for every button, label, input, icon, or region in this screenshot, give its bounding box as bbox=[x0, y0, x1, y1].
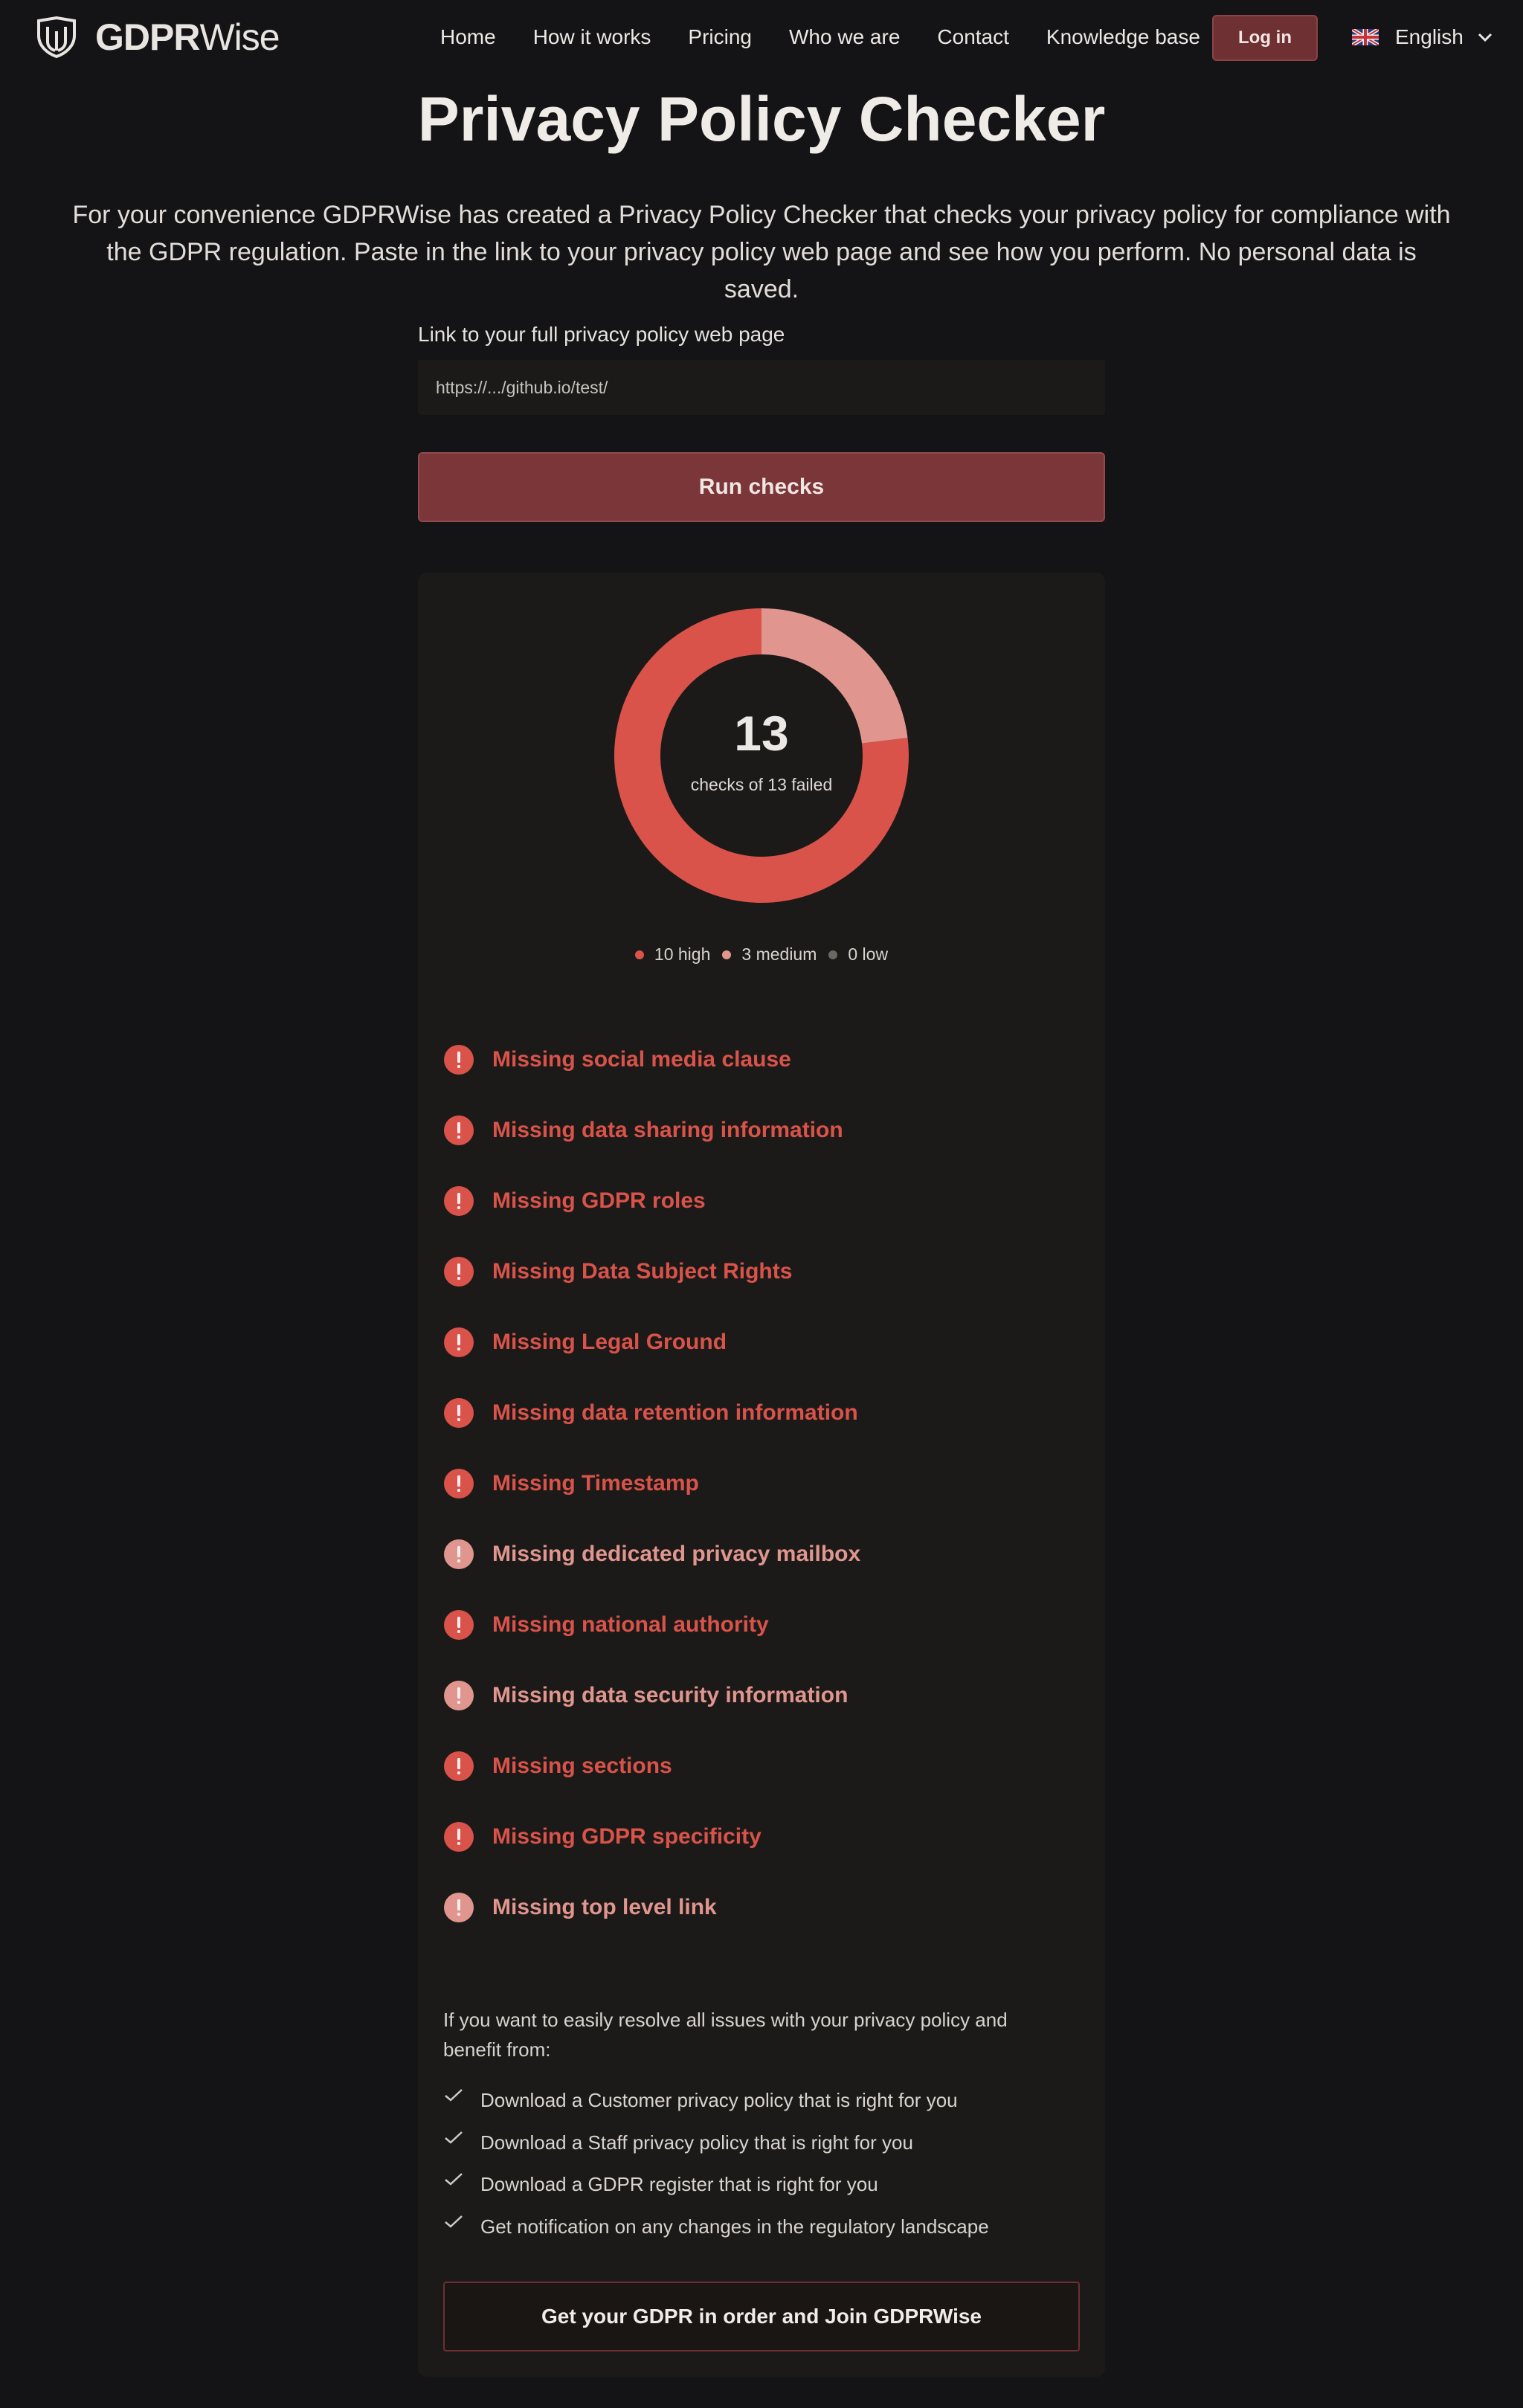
issue-label: Missing sections bbox=[492, 1754, 672, 1778]
issue-item: Missing national authority bbox=[443, 1609, 1083, 1680]
issue-item: Missing GDPR roles bbox=[443, 1185, 1083, 1256]
benefit-item: Download a Customer privacy policy that … bbox=[443, 2087, 1083, 2129]
issue-label: Missing social media clause bbox=[492, 1047, 791, 1072]
benefit-label: Download a GDPR register that is right f… bbox=[480, 2173, 878, 2195]
issue-item: Missing Data Subject Rights bbox=[443, 1256, 1083, 1327]
language-selector[interactable]: English bbox=[1352, 21, 1493, 54]
issue-label: Missing data security information bbox=[492, 1683, 849, 1707]
exclamation-circle-icon bbox=[444, 1398, 474, 1428]
exclamation-circle-icon bbox=[444, 1327, 474, 1357]
legend-label-low: 0 low bbox=[848, 944, 889, 964]
exclamation-circle-icon bbox=[444, 1610, 474, 1640]
legend-dot-high bbox=[634, 950, 644, 959]
legend-item-high: 10 high bbox=[634, 944, 711, 965]
issue-item: Missing Timestamp bbox=[443, 1468, 1083, 1539]
issue-label: Missing data sharing information bbox=[492, 1118, 843, 1142]
exclamation-circle-icon bbox=[444, 1893, 474, 1922]
benefits-list: Download a Customer privacy policy that … bbox=[443, 2087, 1083, 2255]
benefit-label: Download a Customer privacy policy that … bbox=[480, 2089, 958, 2111]
issue-label: Missing GDPR roles bbox=[492, 1188, 706, 1213]
benefit-label: Get notification on any changes in the r… bbox=[480, 2215, 989, 2238]
issue-item: Missing data sharing information bbox=[443, 1115, 1083, 1185]
brand-name: GDPRWise bbox=[95, 16, 280, 58]
nav-link-knowledge-base[interactable]: Knowledge base bbox=[1046, 25, 1200, 49]
issue-label: Missing GDPR specificity bbox=[492, 1824, 762, 1849]
failed-summary: checks of 13 failed bbox=[690, 775, 833, 794]
exclamation-circle-icon bbox=[444, 1257, 474, 1287]
cta-text: If you want to easily resolve all issues… bbox=[443, 2009, 1008, 2061]
page-title: Privacy Policy Checker bbox=[417, 84, 1106, 154]
benefit-label: Download a Staff privacy policy that is … bbox=[480, 2131, 913, 2154]
intro-text: For your convenience GDPRWise has create… bbox=[72, 201, 1451, 303]
exclamation-circle-icon bbox=[444, 1186, 474, 1216]
exclamation-circle-icon bbox=[444, 1822, 474, 1852]
issue-item: Missing Legal Ground bbox=[443, 1327, 1083, 1397]
exclamation-circle-icon bbox=[444, 1045, 474, 1075]
legend-item-medium: 3 medium bbox=[722, 944, 817, 965]
benefit-item: Download a GDPR register that is right f… bbox=[443, 2171, 1083, 2213]
brand-logo[interactable]: GDPRWise bbox=[34, 16, 280, 58]
login-button[interactable]: Log in bbox=[1212, 15, 1318, 61]
exclamation-circle-icon bbox=[444, 1751, 474, 1781]
issue-item: Missing social media clause bbox=[443, 1044, 1083, 1115]
benefit-item: Get notification on any changes in the r… bbox=[443, 2213, 1083, 2256]
url-field-label: Link to your full privacy policy web pag… bbox=[418, 323, 785, 346]
legend-label-high: 10 high bbox=[654, 944, 711, 964]
check-icon bbox=[445, 2173, 463, 2186]
legend-item-low: 0 low bbox=[828, 944, 888, 965]
check-icon bbox=[445, 2131, 463, 2144]
issue-item: Missing top level link bbox=[443, 1892, 1083, 1963]
legend-label-medium: 3 medium bbox=[741, 944, 817, 964]
check-icon bbox=[445, 2089, 463, 2102]
exclamation-circle-icon bbox=[444, 1469, 474, 1498]
nav-link-pricing[interactable]: Pricing bbox=[688, 25, 752, 49]
benefit-item: Download a Staff privacy policy that is … bbox=[443, 2129, 1083, 2172]
check-icon bbox=[445, 2215, 463, 2228]
chevron-down-icon bbox=[1478, 33, 1492, 42]
nav-links: Home How it works Pricing Who we are Con… bbox=[440, 0, 1237, 74]
uk-flag-icon bbox=[1352, 29, 1379, 45]
language-label: English bbox=[1395, 25, 1464, 48]
issue-label: Missing top level link bbox=[492, 1895, 717, 1919]
run-checks-button[interactable]: Run checks bbox=[418, 452, 1105, 522]
nav-link-home[interactable]: Home bbox=[440, 25, 496, 49]
issue-label: Missing national authority bbox=[492, 1612, 769, 1637]
severity-legend: 10 high 3 medium 0 low bbox=[418, 944, 1105, 965]
failed-count: 13 bbox=[734, 706, 789, 761]
shield-logo-icon bbox=[37, 16, 76, 58]
issues-list: Missing social media clause Missing data … bbox=[443, 1044, 1083, 1963]
issue-item: Missing dedicated privacy mailbox bbox=[443, 1539, 1083, 1609]
issue-label: Missing data retention information bbox=[492, 1400, 858, 1425]
legend-dot-medium bbox=[722, 950, 732, 959]
exclamation-circle-icon bbox=[444, 1116, 474, 1145]
exclamation-circle-icon bbox=[444, 1681, 474, 1710]
nav-link-how-it-works[interactable]: How it works bbox=[533, 25, 651, 49]
policy-url-input[interactable] bbox=[418, 360, 1105, 415]
issue-label: Missing Legal Ground bbox=[492, 1330, 727, 1354]
nav-link-who-we-are[interactable]: Who we are bbox=[789, 25, 900, 49]
nav-link-contact[interactable]: Contact bbox=[937, 25, 1009, 49]
issue-item: Missing sections bbox=[443, 1751, 1083, 1821]
results-card: 13 checks of 13 failed 10 high 3 medium … bbox=[418, 573, 1105, 2377]
legend-dot-low bbox=[828, 950, 838, 959]
top-navigation: GDPRWise Home How it works Pricing Who w… bbox=[0, 0, 1523, 74]
issue-label: Missing Data Subject Rights bbox=[492, 1259, 793, 1284]
issue-item: Missing data security information bbox=[443, 1680, 1083, 1751]
exclamation-circle-icon bbox=[444, 1539, 474, 1569]
issue-label: Missing Timestamp bbox=[492, 1471, 699, 1496]
issue-label: Missing dedicated privacy mailbox bbox=[492, 1542, 861, 1566]
join-button[interactable]: Get your GDPR in order and Join GDPRWise bbox=[443, 2282, 1080, 2351]
issue-item: Missing GDPR specificity bbox=[443, 1821, 1083, 1892]
issue-item: Missing data retention information bbox=[443, 1397, 1083, 1468]
